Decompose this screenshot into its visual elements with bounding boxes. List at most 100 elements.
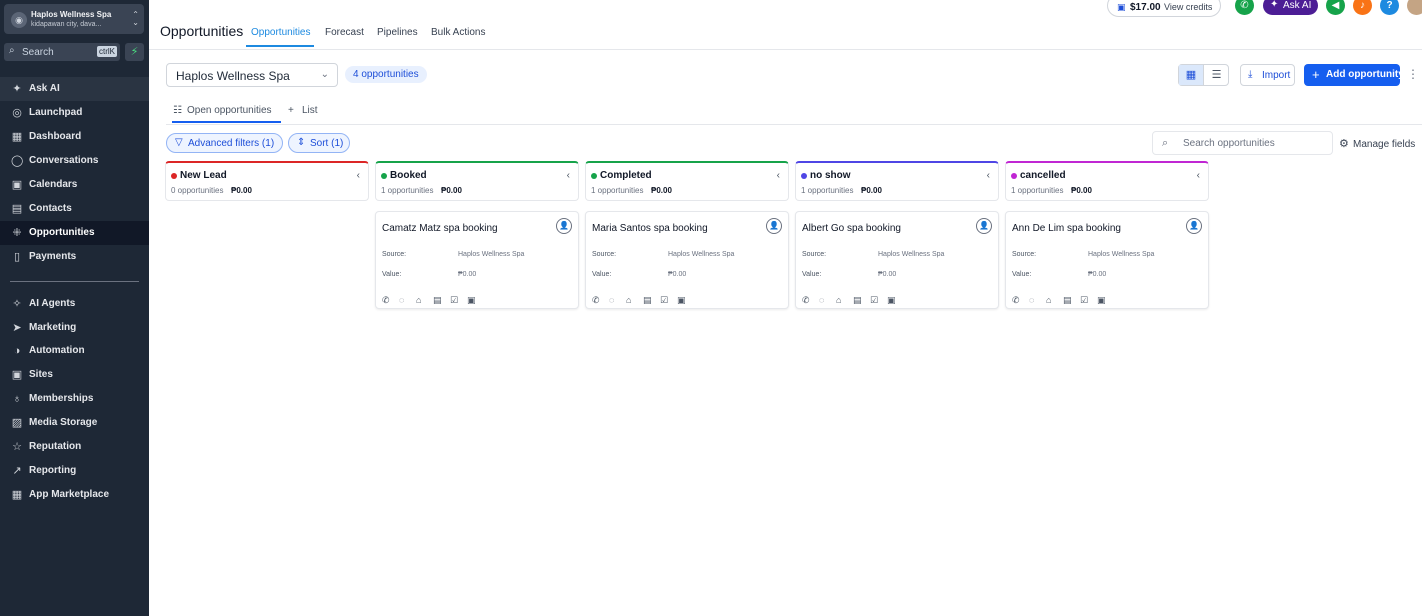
ai-agents-icon: ✧ <box>12 298 22 310</box>
pipeline-select[interactable]: Haplos Wellness Spa ⌄ <box>166 63 338 87</box>
ask-ai-button[interactable]: ✦ Ask AI <box>1263 0 1318 15</box>
phone-icon[interactable]: ✆ <box>1235 0 1254 15</box>
help-icon[interactable]: ? <box>1380 0 1399 15</box>
quick-actions-button[interactable]: ⚡ <box>125 43 144 61</box>
stage-dot <box>591 173 597 179</box>
phone-icon[interactable]: ✆ <box>1012 295 1029 306</box>
sidebar-item-app-marketplace[interactable]: ▦ App Marketplace <box>0 483 149 507</box>
appointment-icon[interactable]: ▣ <box>467 295 484 306</box>
tag-icon[interactable]: ⌂ <box>836 295 853 305</box>
card-title[interactable]: Albert Go spa booking <box>802 223 901 234</box>
sidebar-item-ai-agents[interactable]: ✧ AI Agents <box>0 292 149 316</box>
note-icon[interactable]: ▤ <box>853 295 870 306</box>
opportunity-card[interactable]: Maria Santos spa booking 👤 Source: Haplo… <box>585 211 789 309</box>
list-view-icon[interactable]: ☰ <box>1204 65 1229 85</box>
tab-forecast[interactable]: Forecast <box>325 27 364 38</box>
sidebar-item-label: Launchpad <box>29 107 83 118</box>
card-title[interactable]: Ann De Lim spa booking <box>1012 223 1121 234</box>
note-icon[interactable]: ▤ <box>1063 295 1080 306</box>
sidebar-item-opportunities[interactable]: ⁜ Opportunities <box>0 221 149 245</box>
sidebar-item-label: Sites <box>29 369 53 380</box>
tag-icon[interactable]: ⌂ <box>626 295 643 305</box>
phone-icon[interactable]: ✆ <box>592 295 609 306</box>
sidebar-item-calendars[interactable]: ▣ Calendars <box>0 173 149 197</box>
message-icon[interactable]: ◌ <box>1029 295 1046 305</box>
phone-icon[interactable]: ✆ <box>382 295 399 306</box>
search-opportunities-input[interactable]: ⌕ Search opportunities <box>1152 131 1333 155</box>
phone-icon[interactable]: ✆ <box>802 295 819 306</box>
chevron-left-icon[interactable]: ‹ <box>1197 170 1200 181</box>
assign-user-icon[interactable]: 👤 <box>556 218 572 234</box>
subtab-open-opportunities[interactable]: ☷ Open opportunities <box>173 105 272 116</box>
grid-view-icon[interactable]: ▦ <box>1179 65 1204 85</box>
assign-user-icon[interactable]: 👤 <box>976 218 992 234</box>
chevron-left-icon[interactable]: ‹ <box>567 170 570 181</box>
sidebar-item-reputation[interactable]: ☆ Reputation <box>0 435 149 459</box>
chevron-left-icon[interactable]: ‹ <box>357 170 360 181</box>
opportunity-card[interactable]: Camatz Matz spa booking 👤 Source: Haplos… <box>375 211 579 309</box>
task-icon[interactable]: ☑ <box>450 295 467 306</box>
view-toggle: ▦ ☰ <box>1178 64 1229 86</box>
calendar-icon: ▣ <box>11 179 23 191</box>
sidebar-item-dashboard[interactable]: ▦ Dashboard <box>0 125 149 149</box>
advanced-filters-button[interactable]: ▽ Advanced filters (1) <box>166 133 283 153</box>
tab-pipelines[interactable]: Pipelines <box>377 27 418 38</box>
tag-icon[interactable]: ⌂ <box>416 295 433 305</box>
chevron-left-icon[interactable]: ‹ <box>987 170 990 181</box>
more-options-icon[interactable]: ⋮ <box>1407 67 1419 81</box>
sidebar-item-payments[interactable]: ▯ Payments <box>0 245 149 269</box>
card-title[interactable]: Camatz Matz spa booking <box>382 223 498 234</box>
subtab-list[interactable]: + List <box>288 105 318 116</box>
sort-button[interactable]: ⇕ Sort (1) <box>288 133 350 153</box>
appointment-icon[interactable]: ▣ <box>1097 295 1114 306</box>
sidebar-item-automation[interactable]: ◑ Automation <box>0 339 149 363</box>
chat-icon: ◯ <box>11 155 24 167</box>
task-icon[interactable]: ☑ <box>870 295 887 306</box>
card-actions: ✆ ◌ ⌂ ▤ ☑ ▣ <box>382 292 484 306</box>
task-icon[interactable]: ☑ <box>1080 295 1097 306</box>
sidebar-item-launchpad[interactable]: ◎ Launchpad <box>0 101 149 125</box>
stage-count: 1 opportunities <box>801 186 854 195</box>
import-button[interactable]: ⤓ Import <box>1240 64 1295 86</box>
sidebar-item-label: Contacts <box>29 203 72 214</box>
add-opportunity-button[interactable]: + Add opportunity <box>1304 64 1404 86</box>
account-switcher[interactable]: ◉ Haplos Wellness Spa kidapawan city, da… <box>4 4 144 34</box>
sidebar-item-contacts[interactable]: ▤ Contacts <box>0 197 149 221</box>
rocket-icon: ◎ <box>12 107 22 119</box>
contacts-icon: ▤ <box>11 203 23 215</box>
assign-user-icon[interactable]: 👤 <box>1186 218 1202 234</box>
sidebar-item-reporting[interactable]: ↗ Reporting <box>0 459 149 483</box>
message-icon[interactable]: ◌ <box>819 295 836 305</box>
opportunity-card[interactable]: Ann De Lim spa booking 👤 Source: Haplos … <box>1005 211 1209 309</box>
message-icon[interactable]: ◌ <box>399 295 416 305</box>
sidebar-item-sites[interactable]: ▣ Sites <box>0 363 149 387</box>
sidebar-item-ask-ai[interactable]: ✦ Ask AI <box>0 77 149 101</box>
account-icon: ◉ <box>11 12 27 28</box>
card-title[interactable]: Maria Santos spa booking <box>592 223 708 234</box>
card-source-value: Haplos Wellness Spa <box>878 251 945 258</box>
sidebar-item-marketing[interactable]: ➤ Marketing <box>0 316 149 340</box>
task-icon[interactable]: ☑ <box>660 295 677 306</box>
stage-column-cancelled: cancelled 1 opportunities ₱0.00 ‹ <box>1005 161 1209 201</box>
credits-button[interactable]: ▣ $17.00 View credits <box>1107 0 1221 17</box>
appointment-icon[interactable]: ▣ <box>887 295 904 306</box>
sidebar-item-memberships[interactable]: ♁ Memberships <box>0 387 149 411</box>
note-icon[interactable]: ▤ <box>643 295 660 306</box>
message-icon[interactable]: ◌ <box>609 295 626 305</box>
manage-fields-button[interactable]: ⚙ Manage fields <box>1339 137 1415 150</box>
card-source-label: Source: <box>802 251 827 258</box>
megaphone-icon[interactable]: ◀ <box>1326 0 1345 15</box>
bell-icon[interactable]: ♪ <box>1353 0 1372 15</box>
tag-icon[interactable]: ⌂ <box>1046 295 1063 305</box>
sidebar-search[interactable]: ⌕ Search ctrlK <box>4 43 120 61</box>
tab-bulk-actions[interactable]: Bulk Actions <box>431 27 485 38</box>
avatar[interactable] <box>1407 0 1422 15</box>
sidebar-item-media-storage[interactable]: ▨ Media Storage <box>0 411 149 435</box>
appointment-icon[interactable]: ▣ <box>677 295 694 306</box>
note-icon[interactable]: ▤ <box>433 295 450 306</box>
chevron-left-icon[interactable]: ‹ <box>777 170 780 181</box>
tab-opportunities[interactable]: Opportunities <box>251 27 310 38</box>
opportunity-card[interactable]: Albert Go spa booking 👤 Source: Haplos W… <box>795 211 999 309</box>
assign-user-icon[interactable]: 👤 <box>766 218 782 234</box>
sidebar-item-conversations[interactable]: ◯ Conversations <box>0 149 149 173</box>
